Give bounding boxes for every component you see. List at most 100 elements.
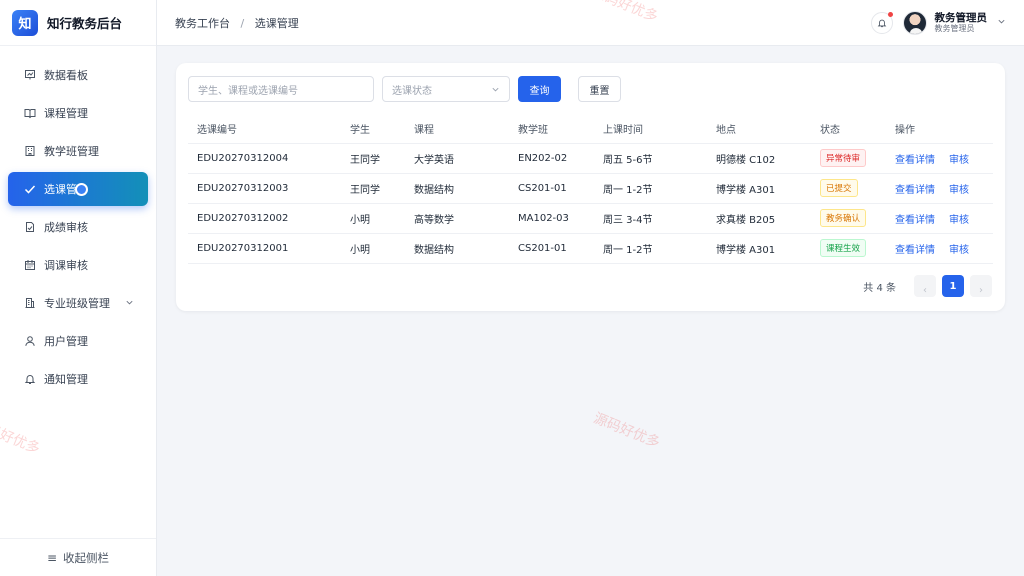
cell-time: 周一 1-2节 [594,173,707,204]
table-row: EDU20270312001 小明 数据结构 CS201-01 周一 1-2节 … [188,233,993,264]
breadcrumb: 教务工作台 / 选课管理 [175,15,299,31]
column-header-course: 课程 [405,115,509,144]
next-page-button[interactable]: › [970,275,992,297]
column-header-actions: 操作 [886,115,993,144]
cell-actions: 查看详情 审核 [886,143,993,174]
sidebar-item-grade-review[interactable]: 成绩审核 [8,210,148,244]
cell-class: CS201-01 [509,233,594,264]
column-header-status: 状态 [811,115,886,144]
cell-student: 小明 [341,233,405,264]
column-header-student: 学生 [341,115,405,144]
breadcrumb-item-workbench[interactable]: 教务工作台 [175,17,230,30]
cursor-indicator [75,182,88,196]
chevron-down-icon[interactable] [125,297,134,306]
status-badge: 课程生效 [820,239,867,257]
cell-id: EDU20270312004 [188,143,341,174]
query-button[interactable]: 查询 [518,76,561,102]
user-name: 教务管理员 [934,12,988,25]
cell-place: 明德楼 C102 [707,143,811,174]
sidebar-item-majors[interactable]: 专业班级管理 [8,286,148,320]
presentation-chart-icon [24,69,36,81]
view-detail-link[interactable]: 查看详情 [895,215,935,226]
enrollment-table: 选课编号 学生 课程 教学班 上课时间 地点 状态 操作 EDU20270312… [188,115,993,264]
building-icon [24,145,36,157]
watermark: 源码好优多 [591,410,663,452]
office-building-icon [24,297,36,309]
cell-status: 教务确认 [811,203,886,234]
collapse-sidebar-button[interactable]: ≡ 收起侧栏 [0,538,156,576]
view-detail-link[interactable]: 查看详情 [895,245,935,256]
status-select[interactable]: 选课状态 [382,76,510,102]
notification-dot [887,12,893,17]
cell-class: EN202-02 [509,143,594,174]
top-header: 教务工作台 / 选课管理 教务管理员 教务管理员 [157,0,1024,46]
breadcrumb-separator: / [240,16,245,30]
review-link[interactable]: 审核 [949,245,969,256]
sidebar-item-schedule-review[interactable]: 调课审核 [8,248,148,282]
table-row: EDU20270312002 小明 高等数学 MA102-03 周三 3-4节 … [188,203,993,234]
chevron-down-icon [492,87,499,91]
sidebar-item-notices[interactable]: 通知管理 [8,362,148,396]
cell-status: 异常待审 [811,143,886,174]
book-open-icon [24,107,36,119]
column-header-class: 教学班 [509,115,594,144]
review-link[interactable]: 审核 [949,215,969,226]
avatar[interactable] [902,11,927,35]
cell-actions: 查看详情 审核 [886,233,993,264]
notification-button[interactable] [870,12,893,34]
bell-icon [24,373,36,385]
sidebar-nav: 数据看板 课程管理 教学班管理 选课管 成绩审核 调课审核 专业班级管理 用户管… [0,46,156,396]
document-check-icon [24,221,36,233]
cell-class: CS201-01 [509,173,594,204]
cell-place: 博学楼 A301 [707,233,811,264]
sidebar-item-classes[interactable]: 教学班管理 [8,134,148,168]
cell-id: EDU20270312003 [188,173,341,204]
view-detail-link[interactable]: 查看详情 [895,155,935,166]
cell-course: 数据结构 [405,173,509,204]
view-detail-link[interactable]: 查看详情 [895,185,935,196]
breadcrumb-item-current: 选课管理 [254,16,299,30]
column-header-place: 地点 [707,115,811,144]
user-info[interactable]: 教务管理员 教务管理员 [935,12,988,33]
review-link[interactable]: 审核 [949,155,969,166]
cell-time: 周一 1-2节 [594,233,707,264]
chevron-down-icon[interactable] [997,17,1006,29]
sidebar-item-courses[interactable]: 课程管理 [8,96,148,130]
reset-button[interactable]: 重置 [578,76,621,102]
brand-title: 知行教务后台 [47,16,123,31]
calendar-icon [24,259,36,271]
status-badge: 异常待审 [820,149,867,167]
cell-course: 数据结构 [405,233,509,264]
prev-page-button[interactable]: ‹ [914,275,936,297]
header-user-area: 教务管理员 教务管理员 [870,0,1007,46]
pagination: 共 4 条 ‹ 1 › [863,275,992,297]
brand[interactable]: 知 知行教务后台 [0,0,156,46]
cell-student: 王同学 [341,143,405,174]
sidebar-item-users[interactable]: 用户管理 [8,324,148,358]
status-badge: 教务确认 [820,209,867,227]
table-row: EDU20270312003 王同学 数据结构 CS201-01 周一 1-2节… [188,173,993,204]
page-button-current[interactable]: 1 [942,275,964,297]
sidebar-item-label: 课程管理 [44,107,88,120]
check-icon [24,183,36,195]
table-header-row: 选课编号 学生 课程 教学班 上课时间 地点 状态 操作 [188,115,993,144]
pagination-total: 共 4 条 [863,282,896,294]
cell-course: 大学英语 [405,143,509,174]
cell-time: 周五 5-6节 [594,143,707,174]
user-role: 教务管理员 [934,24,975,34]
sidebar-item-enrollment[interactable]: 选课管 [8,172,148,206]
sidebar-item-label: 数据看板 [44,69,88,82]
status-select-placeholder: 选课状态 [392,85,432,97]
status-badge: 已提交 [820,179,858,197]
review-link[interactable]: 审核 [949,185,969,196]
sidebar: 知 知行教务后台 数据看板 课程管理 教学班管理 选课管 成绩审核 调课审核 专… [0,0,157,576]
cell-id: EDU20270312001 [188,233,341,264]
sidebar-item-label: 教学班管理 [44,145,99,158]
sidebar-item-dashboard[interactable]: 数据看板 [8,58,148,92]
user-icon [24,335,36,347]
cell-time: 周三 3-4节 [594,203,707,234]
sidebar-item-label: 成绩审核 [44,221,88,234]
filter-bar: 学生、课程或选课编号 选课状态 查询 重置 [188,76,621,102]
cell-course: 高等数学 [405,203,509,234]
search-input[interactable]: 学生、课程或选课编号 [188,76,374,102]
